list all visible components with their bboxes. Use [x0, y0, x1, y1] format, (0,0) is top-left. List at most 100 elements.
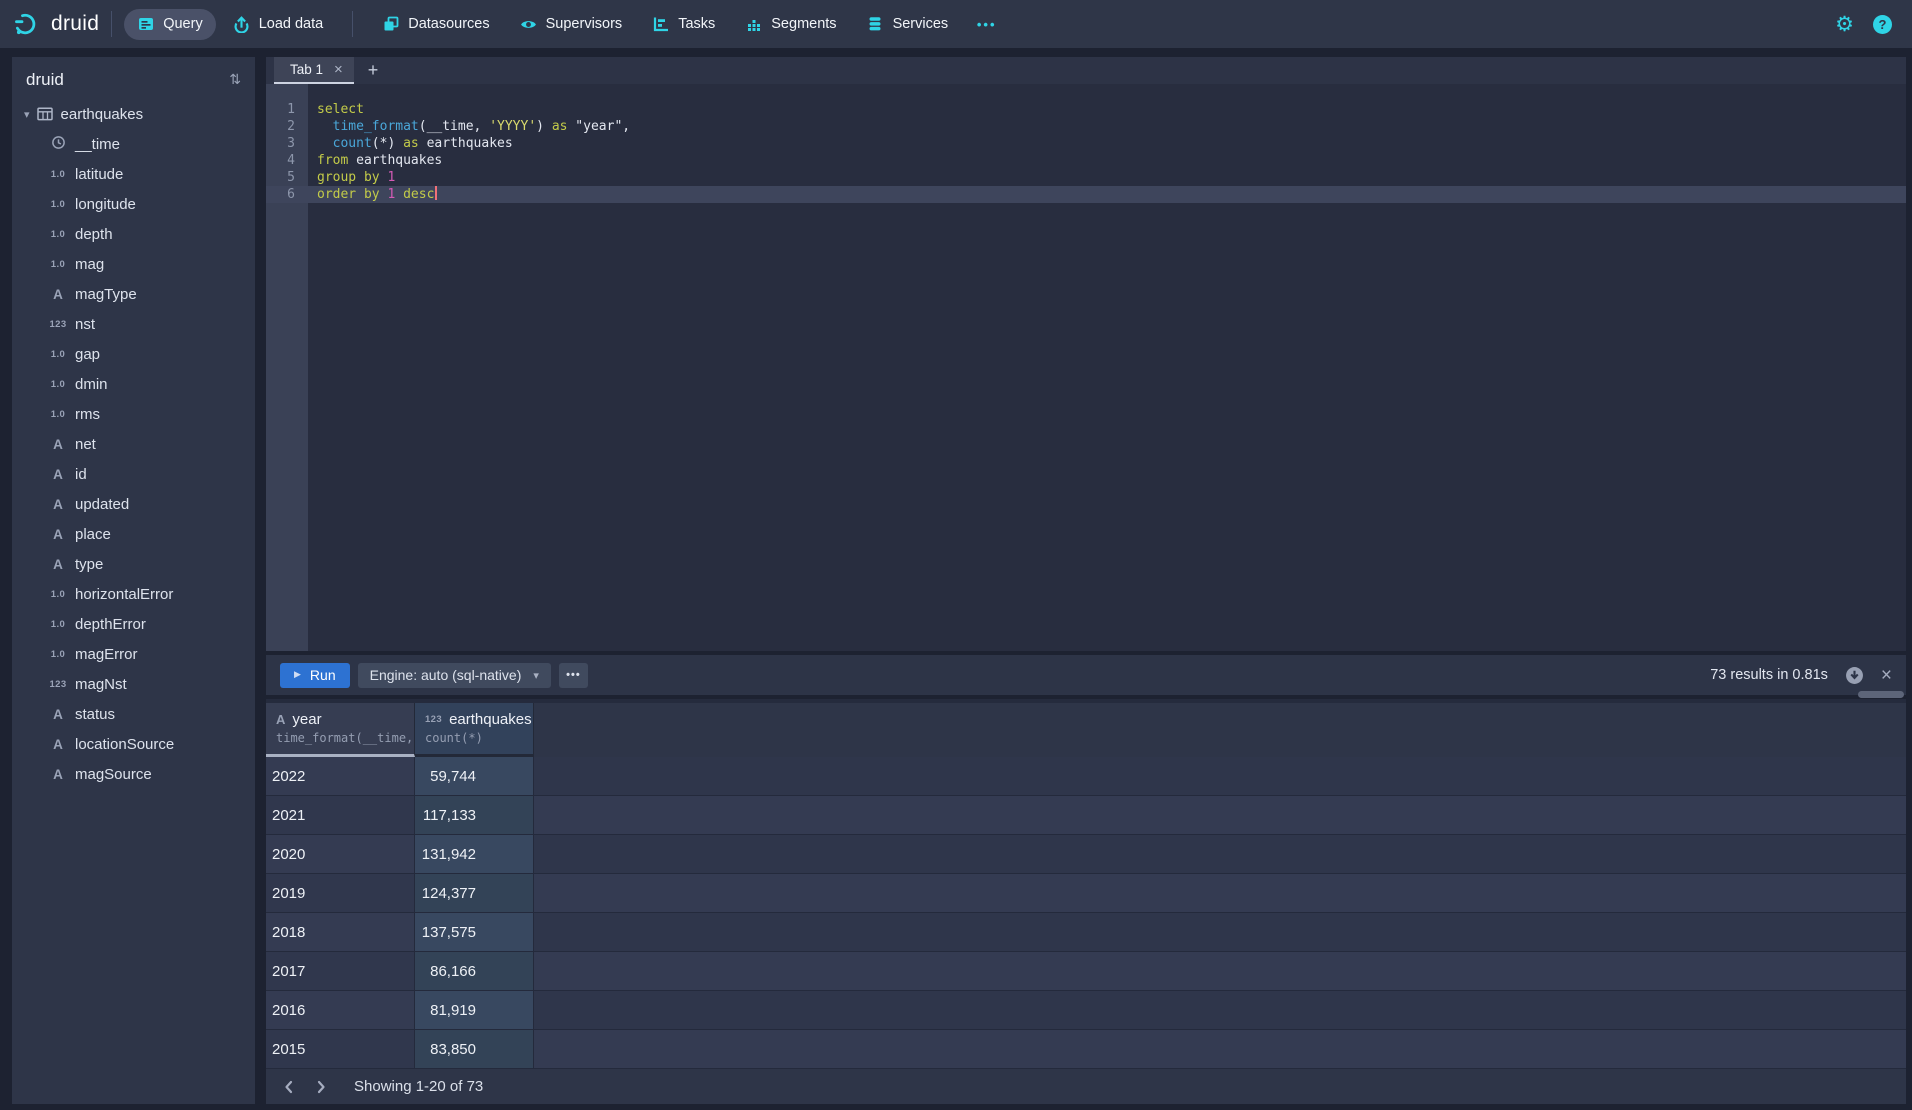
sidebar-column-rms[interactable]: 1.0rms	[12, 399, 255, 429]
earthquakes-cell[interactable]: 124,377	[415, 874, 534, 913]
line-number: 2	[266, 118, 308, 135]
code-line[interactable]: 4from earthquakes	[266, 152, 1906, 169]
earthquakes-cell[interactable]: 86,166	[415, 952, 534, 991]
druid-logo-icon	[14, 12, 42, 36]
segments-icon	[745, 16, 762, 33]
sidebar-column-magError[interactable]: 1.0magError	[12, 639, 255, 669]
column-header-year[interactable]: Ayeartime_format(__time, …	[266, 703, 415, 757]
next-page-button[interactable]	[308, 1074, 334, 1100]
sidebar-column-nst[interactable]: 123nst	[12, 309, 255, 339]
nav-item-segments[interactable]: Segments	[732, 9, 849, 40]
year-cell[interactable]: 2017	[266, 952, 415, 991]
sidebar-column-id[interactable]: Aid	[12, 459, 255, 489]
sidebar-column-type[interactable]: Atype	[12, 549, 255, 579]
year-cell[interactable]: 2016	[266, 991, 415, 1030]
earthquakes-cell[interactable]: 117,133	[415, 796, 534, 835]
column-name: __time	[75, 136, 120, 153]
settings-gear-icon[interactable]: ⚙	[1835, 14, 1854, 35]
earthquakes-cell[interactable]: 131,942	[415, 835, 534, 874]
sidebar-column-horizontalError[interactable]: 1.0horizontalError	[12, 579, 255, 609]
sidebar-column-dmin[interactable]: 1.0dmin	[12, 369, 255, 399]
sidebar-column-magType[interactable]: AmagType	[12, 279, 255, 309]
chevron-down-icon: ▾	[533, 669, 539, 682]
earthquakes-cell[interactable]: 83,850	[415, 1030, 534, 1069]
sidebar-column-net[interactable]: Anet	[12, 429, 255, 459]
sql-editor[interactable]: 1select2 time_format(__time, 'YYYY') as …	[266, 84, 1906, 651]
sidebar-column-latitude[interactable]: 1.0latitude	[12, 159, 255, 189]
column-name: magError	[75, 646, 138, 663]
help-icon[interactable]: ?	[1873, 15, 1892, 34]
close-tab-icon[interactable]: ×	[334, 61, 343, 78]
sidebar-column-depthError[interactable]: 1.0depthError	[12, 609, 255, 639]
earthquakes-cell[interactable]: 59,744	[415, 757, 534, 796]
earthquakes-cell[interactable]: 81,919	[415, 991, 534, 1030]
nav-item-supervisors[interactable]: Supervisors	[507, 9, 636, 40]
prev-page-button[interactable]	[276, 1074, 302, 1100]
run-button[interactable]: ▶ Run	[280, 663, 350, 688]
row-filler	[534, 913, 1906, 952]
engine-select[interactable]: Engine: auto (sql-native) ▾	[358, 663, 551, 688]
sidebar-column-longitude[interactable]: 1.0longitude	[12, 189, 255, 219]
close-results-icon[interactable]: ×	[1881, 666, 1892, 685]
year-cell[interactable]: 2015	[266, 1030, 415, 1069]
sidebar-column-magNst[interactable]: 123magNst	[12, 669, 255, 699]
year-cell[interactable]: 2021	[266, 796, 415, 835]
code-line[interactable]: 6order by 1 desc	[266, 186, 1906, 203]
nav-item-tasks[interactable]: Tasks	[639, 9, 728, 40]
year-cell[interactable]: 2018	[266, 913, 415, 952]
nav-item-query[interactable]: Query	[124, 9, 216, 40]
sidebar-column-locationSource[interactable]: AlocationSource	[12, 729, 255, 759]
code-line[interactable]: 5group by 1	[266, 169, 1906, 186]
nav-item-more[interactable]: •••	[965, 9, 1008, 40]
tab-tab1[interactable]: Tab 1 ×	[274, 57, 354, 84]
nav-item-datasources[interactable]: Datasources	[369, 9, 502, 40]
year-cell[interactable]: 2022	[266, 757, 415, 796]
sidebar-column-updated[interactable]: Aupdated	[12, 489, 255, 519]
column-name: status	[75, 706, 115, 723]
sidebar-column-depth[interactable]: 1.0depth	[12, 219, 255, 249]
code-line[interactable]: 3 count(*) as earthquakes	[266, 135, 1906, 152]
column-name: latitude	[75, 166, 123, 183]
druid-logo[interactable]: druid	[14, 12, 99, 36]
supervisors-icon	[520, 16, 537, 33]
horizontal-scrollbar[interactable]	[1858, 691, 1904, 698]
druid-logo-text: druid	[51, 12, 99, 36]
more-icon: •••	[978, 16, 995, 33]
earthquakes-cell[interactable]: 137,575	[415, 913, 534, 952]
row-filler	[534, 952, 1906, 991]
sidebar-column-__time[interactable]: __time	[12, 129, 255, 159]
code-lines: 1select2 time_format(__time, 'YYYY') as …	[266, 84, 1906, 203]
header-filler	[534, 703, 1906, 757]
year-cell[interactable]: 2019	[266, 874, 415, 913]
run-bar-right: 73 results in 0.81s ×	[1710, 666, 1892, 685]
tab-label: Tab 1	[290, 62, 323, 77]
row-filler	[534, 757, 1906, 796]
sidebar-item-earthquakes[interactable]: ▾earthquakes	[12, 99, 255, 129]
year-cell[interactable]: 2020	[266, 835, 415, 874]
nav-item-services[interactable]: Services	[854, 9, 962, 40]
nav-item-label: Services	[893, 16, 949, 32]
sidebar-column-place[interactable]: Aplace	[12, 519, 255, 549]
new-tab-button[interactable]: +	[354, 57, 393, 84]
string-type-icon: A	[53, 737, 63, 752]
table-row: 2021117,133	[266, 796, 1906, 835]
sidebar-column-magSource[interactable]: AmagSource	[12, 759, 255, 789]
play-icon: ▶	[294, 670, 301, 680]
number-type-icon: 123	[425, 714, 442, 725]
code-line[interactable]: 1select	[266, 101, 1906, 118]
column-header-earthquakes[interactable]: 123earthquakescount(*)	[415, 703, 534, 757]
code-line[interactable]: 2 time_format(__time, 'YYYY') as "year",	[266, 118, 1906, 135]
string-type-icon: A	[53, 287, 63, 302]
float-type-icon: 1.0	[51, 229, 65, 240]
tab-bar: Tab 1 × +	[266, 57, 1906, 84]
sidebar-column-gap[interactable]: 1.0gap	[12, 339, 255, 369]
nav-item-load-data[interactable]: Load data	[220, 9, 337, 40]
download-results-icon[interactable]	[1845, 666, 1864, 685]
sort-columns-icon[interactable]: ⇅	[229, 72, 241, 88]
sidebar-column-mag[interactable]: 1.0mag	[12, 249, 255, 279]
schema-sidebar: druid ⇅ ▾earthquakes__time1.0latitude1.0…	[12, 57, 255, 1104]
column-formula: time_format(__time, …	[276, 731, 404, 745]
sidebar-column-status[interactable]: Astatus	[12, 699, 255, 729]
string-type-icon: A	[53, 767, 63, 782]
query-more-button[interactable]: •••	[559, 663, 588, 688]
